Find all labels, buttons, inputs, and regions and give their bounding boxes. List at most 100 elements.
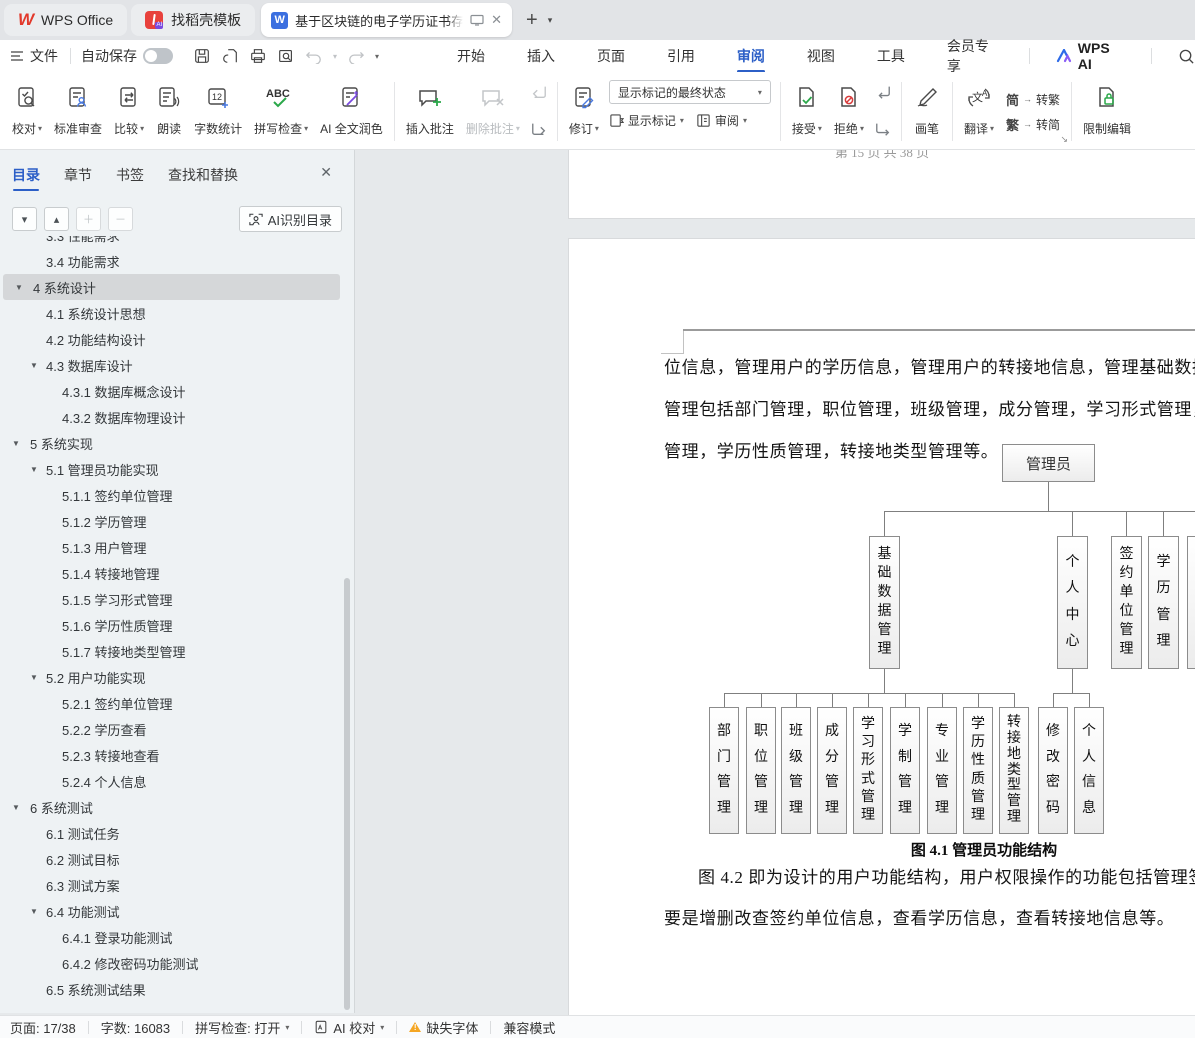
menu-page[interactable]: 页面 xyxy=(595,41,627,71)
expand-triangle-icon[interactable]: ▼ xyxy=(30,673,38,682)
zoom-out-button[interactable]: － xyxy=(108,207,133,231)
menu-home[interactable]: 开始 xyxy=(455,41,487,71)
ai-proofread-status[interactable]: AI 校对 ▾ xyxy=(314,1018,384,1037)
page-indicator[interactable]: 页面: 17/38 xyxy=(10,1018,76,1037)
autosave-control[interactable]: 自动保存 xyxy=(71,46,183,66)
toc-item[interactable]: ▼ 4.3 数据库设计 xyxy=(0,352,354,378)
compare-button[interactable]: 比较 ▾ xyxy=(108,76,150,147)
collapse-all-button[interactable]: ▾ xyxy=(12,207,37,231)
reject-button[interactable]: 拒绝 ▾ xyxy=(828,76,870,147)
close-panel-icon[interactable]: ✕ xyxy=(320,164,332,181)
insert-comment-button[interactable]: 插入批注 xyxy=(400,76,460,147)
review-pane-button[interactable]: 审阅 ▾ xyxy=(696,112,747,129)
toc-scrollbar[interactable] xyxy=(344,578,350,1010)
toc-item[interactable]: 5.1.7 转接地类型管理 xyxy=(0,638,354,664)
expand-triangle-icon[interactable]: ▼ xyxy=(12,439,20,448)
quickbar-chevron-icon[interactable]: ▾ xyxy=(375,52,379,61)
toc-item[interactable]: ▼ 4 系统设计 xyxy=(3,274,340,300)
restrict-editing-button[interactable]: 限制编辑 xyxy=(1077,76,1137,147)
accept-button[interactable]: 接受 ▾ xyxy=(786,76,828,147)
ink-brush-button[interactable]: 画笔 xyxy=(907,76,947,147)
group-expand-icon[interactable]: ↘ xyxy=(1060,134,1068,145)
autosave-toggle[interactable] xyxy=(142,48,173,64)
redo-icon[interactable] xyxy=(347,48,365,64)
undo-icon[interactable] xyxy=(305,48,323,64)
toc-item[interactable]: 5.1.3 用户管理 xyxy=(0,534,354,560)
menu-review[interactable]: 审阅 xyxy=(735,41,767,73)
menu-tools[interactable]: 工具 xyxy=(875,41,907,71)
new-tab-button[interactable]: + xyxy=(526,9,538,32)
toc-item[interactable]: 5.2.2 学历查看 xyxy=(0,716,354,742)
toc-item[interactable]: ▼ 5.1 管理员功能实现 xyxy=(0,456,354,482)
current-page[interactable]: 位信息，管理用户的学历信息，管理用户的转接地信息，管理基础数据，基 管理包括部门… xyxy=(568,238,1195,1015)
toc-item[interactable]: ▼ 5.2 用户功能实现 xyxy=(0,664,354,690)
toc-item[interactable]: 6.4.2 修改密码功能测试 xyxy=(0,950,354,976)
toc-item[interactable]: 6.3 测试方案 xyxy=(0,872,354,898)
standard-review-button[interactable]: 标准审查 xyxy=(48,76,108,147)
word-count-indicator[interactable]: 字数: 16083 xyxy=(101,1018,170,1037)
toc-item[interactable]: ▼ 6.4 功能测试 xyxy=(0,898,354,924)
toc-item[interactable]: 6.2 测试目标 xyxy=(0,846,354,872)
panel-tab-find-replace[interactable]: 查找和替换 xyxy=(168,165,238,193)
translate-button[interactable]: 文A 翻译 ▾ xyxy=(958,76,1000,147)
toc-item[interactable]: 5.2.3 转接地查看 xyxy=(0,742,354,768)
toc-item[interactable]: 4.3.2 数据库物理设计 xyxy=(0,404,354,430)
show-markup-button[interactable]: 显示标记 ▾ xyxy=(609,112,684,129)
proofread-button[interactable]: 校对 ▾ xyxy=(6,76,48,147)
missing-font-warning[interactable]: 缺失字体 xyxy=(409,1018,478,1037)
delete-comment-button[interactable]: 删除批注 ▾ xyxy=(460,76,526,147)
toc-item[interactable]: 6.1 测试任务 xyxy=(0,820,354,846)
save-icon[interactable] xyxy=(193,47,211,65)
simplified-to-traditional-button[interactable]: 简 → 转繁 xyxy=(1006,90,1060,109)
toc-item[interactable]: 6.4.1 登录功能测试 xyxy=(0,924,354,950)
next-change-icon[interactable] xyxy=(874,121,892,137)
toc-item[interactable]: 3.4 功能需求 xyxy=(0,248,354,274)
undo-chevron-icon[interactable]: ▾ xyxy=(333,52,337,61)
toc-item[interactable]: 4.1 系统设计思想 xyxy=(0,300,354,326)
read-aloud-button[interactable]: 朗读 xyxy=(150,76,188,147)
wps-ai-button[interactable]: WPS AI xyxy=(1056,40,1127,72)
expand-triangle-icon[interactable]: ▼ xyxy=(30,361,38,370)
zoom-in-button[interactable]: ＋ xyxy=(76,207,101,231)
expand-triangle-icon[interactable]: ▼ xyxy=(30,907,38,916)
toc-item[interactable]: 6.5 系统测试结果 xyxy=(0,976,354,1002)
print-preview-icon[interactable] xyxy=(277,47,295,65)
markup-state-dropdown[interactable]: 显示标记的最终状态 ▾ xyxy=(608,80,771,104)
file-menu[interactable]: 文件 xyxy=(0,46,70,66)
menu-insert[interactable]: 插入 xyxy=(525,41,557,71)
print-icon[interactable] xyxy=(249,47,267,65)
traditional-to-simplified-button[interactable]: 繁 → 转简 xyxy=(1006,115,1060,134)
spell-check-button[interactable]: ABC 拼写检查 ▾ xyxy=(248,76,314,147)
expand-triangle-icon[interactable]: ▼ xyxy=(12,803,20,812)
ai-polish-button[interactable]: AI 全文润色 xyxy=(314,76,389,147)
spell-check-status[interactable]: 拼写检查: 打开 ▾ xyxy=(195,1018,289,1037)
toc-item[interactable]: 3.3 性能需求 xyxy=(0,236,354,248)
toc-item[interactable]: 4.3.1 数据库概念设计 xyxy=(0,378,354,404)
toc-item[interactable]: 5.2.4 个人信息 xyxy=(0,768,354,794)
panel-tab-toc[interactable]: 目录 xyxy=(12,165,40,193)
menu-view[interactable]: 视图 xyxy=(805,41,837,71)
toc-item[interactable]: ▼ 6 系统测试 xyxy=(0,794,354,820)
search-icon[interactable] xyxy=(1178,48,1195,65)
expand-all-button[interactable]: ▴ xyxy=(44,207,69,231)
toc-item[interactable]: 5.1.4 转接地管理 xyxy=(0,560,354,586)
close-tab-icon[interactable]: ✕ xyxy=(491,12,502,28)
next-comment-icon[interactable] xyxy=(530,121,548,137)
document-area[interactable]: 第 15 页 共 38 页 位信息，管理用户的学历信息，管理用户的转接地信息，管… xyxy=(355,150,1195,1015)
export-icon[interactable] xyxy=(221,47,239,65)
present-icon[interactable] xyxy=(470,14,484,26)
previous-comment-icon[interactable] xyxy=(530,84,548,100)
toc-item[interactable]: ▼ 5 系统实现 xyxy=(0,430,354,456)
tab-wps-office[interactable]: W WPS Office xyxy=(4,4,128,36)
track-changes-button[interactable]: 修订 ▾ xyxy=(563,76,605,147)
previous-page[interactable]: 第 15 页 共 38 页 xyxy=(568,150,1195,219)
tab-list-chevron-icon[interactable]: ▾ xyxy=(548,15,553,26)
expand-triangle-icon[interactable]: ▼ xyxy=(30,465,38,474)
ai-recognize-toc-button[interactable]: AI识别目录 xyxy=(238,206,342,232)
previous-change-icon[interactable] xyxy=(874,84,892,100)
menu-reference[interactable]: 引用 xyxy=(665,41,697,71)
expand-triangle-icon[interactable]: ▼ xyxy=(15,283,23,292)
toc-item[interactable]: 5.1.6 学历性质管理 xyxy=(0,612,354,638)
toc-item[interactable]: 4.2 功能结构设计 xyxy=(0,326,354,352)
toc-item[interactable]: 5.1.1 签约单位管理 xyxy=(0,482,354,508)
